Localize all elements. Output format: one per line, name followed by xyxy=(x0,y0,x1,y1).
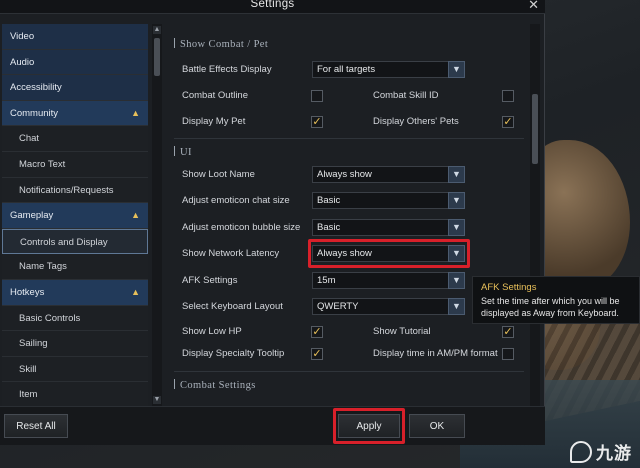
sidebar-item-notifications-requests[interactable]: Notifications/Requests xyxy=(2,177,148,204)
sidebar-item-controls-and-display[interactable]: Controls and Display xyxy=(2,228,148,255)
sidebar-item-label: Gameplay xyxy=(10,210,54,222)
settings-window: Settings ✕ Video Audio Accessibility Commun… xyxy=(0,0,545,445)
chevron-down-icon: ▼ xyxy=(448,61,465,78)
combat-outline-label: Combat Outline xyxy=(182,90,249,101)
chevron-up-icon[interactable]: ▲ xyxy=(131,203,140,229)
footer-bar: Reset All Apply OK xyxy=(0,406,545,445)
specialty-tooltip-checkbox[interactable]: ✓ xyxy=(311,348,323,360)
settings-content: Show Combat / Pet Battle Effects Display… xyxy=(170,28,528,400)
show-low-hp-label: Show Low HP xyxy=(182,326,242,337)
section-divider xyxy=(174,371,524,372)
emoticon-chat-size-select[interactable]: Basic ▼ xyxy=(312,192,465,209)
afk-settings-tooltip: AFK Settings Set the time after which yo… xyxy=(472,276,640,324)
section-title-combat-settings: Combat Settings xyxy=(174,379,256,391)
window-title: Settings xyxy=(250,0,295,10)
scrollbar-thumb[interactable] xyxy=(154,38,160,76)
highlight-box-apply xyxy=(333,408,405,444)
section-title-combat-pet: Show Combat / Pet xyxy=(174,38,268,50)
chevron-up-icon[interactable]: ▲ xyxy=(131,101,140,127)
chevron-down-icon: ▼ xyxy=(448,192,465,209)
sidebar-item-label: Hotkeys xyxy=(10,286,45,298)
display-my-pet-checkbox[interactable]: ✓ xyxy=(311,116,323,128)
ok-button[interactable]: OK xyxy=(409,414,465,438)
time-ampm-label: Display time in AM/PM format xyxy=(373,348,498,359)
display-my-pet-label: Display My Pet xyxy=(182,116,246,127)
chevron-down-icon: ▼ xyxy=(448,219,465,236)
keyboard-layout-label: Select Keyboard Layout xyxy=(182,301,283,312)
sidebar-item-video[interactable]: Video xyxy=(2,24,148,50)
battle-effects-label: Battle Effects Display xyxy=(182,64,272,75)
watermark: 九游 xyxy=(570,439,632,464)
combat-skill-id-checkbox[interactable] xyxy=(502,90,514,102)
time-ampm-checkbox[interactable] xyxy=(502,348,514,360)
section-title-ui: UI xyxy=(174,146,192,158)
sidebar-item-label: Controls and Display xyxy=(20,236,108,248)
watermark-logo-icon xyxy=(570,440,592,463)
specialty-tooltip-label: Display Specialty Tooltip xyxy=(182,348,285,359)
show-loot-name-select[interactable]: Always show ▼ xyxy=(312,166,465,183)
sidebar-item-skill[interactable]: Skill xyxy=(2,356,148,383)
network-latency-label: Show Network Latency xyxy=(182,248,280,259)
sidebar-item-accessibility[interactable]: Accessibility xyxy=(2,75,148,101)
chevron-down-icon: ▼ xyxy=(448,272,465,289)
scroll-down-arrow[interactable]: ▼ xyxy=(153,396,161,404)
chevron-down-icon: ▼ xyxy=(448,298,465,315)
tooltip-body: Set the time after which you will be dis… xyxy=(481,296,620,318)
show-loot-name-label: Show Loot Name xyxy=(182,169,255,180)
chevron-up-icon[interactable]: ▲ xyxy=(131,280,140,306)
emoticon-chat-size-label: Adjust emoticon chat size xyxy=(182,195,290,206)
tooltip-title: AFK Settings xyxy=(481,282,537,293)
sidebar-item-chat[interactable]: Chat xyxy=(2,126,148,152)
highlight-box-network-latency xyxy=(308,239,470,268)
sidebar-item-label: Accessibility xyxy=(10,82,62,94)
sidebar-item-label: Item xyxy=(19,389,38,401)
emoticon-bubble-size-select[interactable]: Basic ▼ xyxy=(312,219,465,236)
sidebar-item-label: Notifications/Requests xyxy=(19,184,114,196)
afk-settings-label: AFK Settings xyxy=(182,275,238,286)
chevron-down-icon: ▼ xyxy=(448,166,465,183)
show-tutorial-label: Show Tutorial xyxy=(373,326,431,337)
sidebar-item-label: Sailing xyxy=(19,338,48,350)
display-others-pets-checkbox[interactable]: ✓ xyxy=(502,116,514,128)
sidebar-item-label: Name Tags xyxy=(19,261,67,273)
display-others-pets-label: Display Others' Pets xyxy=(373,116,459,127)
sidebar-item-name-tags[interactable]: Name Tags xyxy=(2,254,148,280)
sidebar-item-item[interactable]: Item xyxy=(2,382,148,408)
sidebar-scrollbar[interactable]: ▲ ▼ xyxy=(152,24,162,406)
battle-effects-select[interactable]: For all targets ▼ xyxy=(312,61,465,78)
watermark-text: 九游 xyxy=(596,444,632,463)
sidebar-item-label: Basic Controls xyxy=(19,312,81,324)
sidebar-item-audio[interactable]: Audio xyxy=(2,49,148,76)
sidebar-item-label: Community xyxy=(10,107,59,119)
afk-settings-select[interactable]: 15m ▼ xyxy=(312,272,465,289)
content-scrollbar[interactable] xyxy=(530,24,540,406)
show-tutorial-checkbox[interactable]: ✓ xyxy=(502,326,514,338)
keyboard-layout-select[interactable]: QWERTY ▼ xyxy=(312,298,465,315)
settings-sidebar: Video Audio Accessibility Community ▲ Chat Mac… xyxy=(2,24,148,408)
sidebar-item-macro-text[interactable]: Macro Text xyxy=(2,151,148,178)
sidebar-item-gameplay[interactable]: Gameplay ▲ xyxy=(2,203,148,229)
sidebar-item-hotkeys[interactable]: Hotkeys ▲ xyxy=(2,279,148,306)
sidebar-item-label: Chat xyxy=(19,133,40,145)
sidebar-item-label: Skill xyxy=(19,363,37,375)
scroll-up-arrow[interactable]: ▲ xyxy=(153,26,161,34)
sidebar-item-label: Macro Text xyxy=(19,158,66,170)
sidebar-item-community[interactable]: Community ▲ xyxy=(2,100,148,127)
scrollbar-thumb[interactable] xyxy=(532,94,538,164)
combat-outline-checkbox[interactable] xyxy=(311,90,323,102)
section-divider xyxy=(174,138,524,139)
sidebar-item-basic-controls[interactable]: Basic Controls xyxy=(2,305,148,332)
sidebar-item-label: Audio xyxy=(10,56,35,68)
close-button[interactable]: ✕ xyxy=(528,0,539,13)
combat-skill-id-label: Combat Skill ID xyxy=(373,90,439,101)
reset-all-button[interactable]: Reset All xyxy=(4,414,68,438)
sidebar-item-label: Video xyxy=(10,31,35,42)
show-low-hp-checkbox[interactable]: ✓ xyxy=(311,326,323,338)
emoticon-bubble-size-label: Adjust emoticon bubble size xyxy=(182,222,301,233)
title-bar: Settings ✕ xyxy=(0,0,545,14)
sidebar-item-sailing[interactable]: Sailing xyxy=(2,331,148,357)
